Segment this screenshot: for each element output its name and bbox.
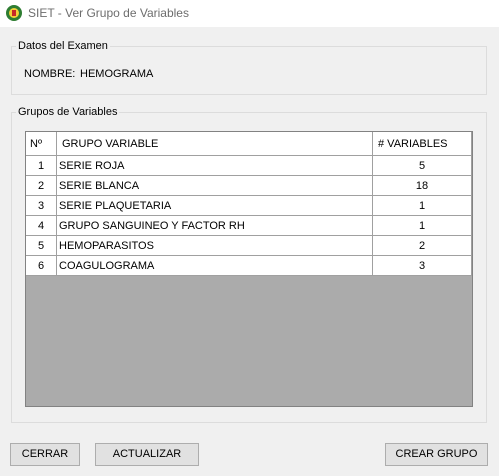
group-name-cell: SERIE ROJA (57, 156, 373, 176)
column-header-number[interactable]: Nº (26, 132, 57, 156)
exam-name-value: HEMOGRAMA (80, 68, 154, 80)
row-number-cell: 6 (26, 256, 57, 276)
table-row[interactable]: 5 HEMOPARASITOS 2 (26, 236, 472, 256)
row-number-cell: 2 (26, 176, 57, 196)
row-number-cell: 3 (26, 196, 57, 216)
group-name-cell: SERIE BLANCA (57, 176, 373, 196)
close-button[interactable]: CERRAR (10, 443, 80, 466)
exam-name-label: NOMBRE: (24, 68, 76, 80)
group-name-cell: HEMOPARASITOS (57, 236, 373, 256)
grid-header-row: Nº GRUPO VARIABLE # VARIABLES (26, 132, 472, 156)
variable-count-cell: 18 (373, 176, 472, 196)
title-bar: SIET - Ver Grupo de Variables (0, 0, 499, 27)
table-row[interactable]: 2 SERIE BLANCA 18 (26, 176, 472, 196)
variable-groups-label: Grupos de Variables (16, 106, 120, 118)
column-header-group[interactable]: GRUPO VARIABLE (57, 132, 373, 156)
row-number-cell: 4 (26, 216, 57, 236)
siet-logo-icon (6, 5, 22, 21)
refresh-button[interactable]: ACTUALIZAR (95, 443, 199, 466)
group-name-cell: SERIE PLAQUETARIA (57, 196, 373, 216)
table-row[interactable]: 3 SERIE PLAQUETARIA 1 (26, 196, 472, 216)
variable-count-cell: 2 (373, 236, 472, 256)
exam-data-label: Datos del Examen (16, 40, 110, 52)
variable-count-cell: 5 (373, 156, 472, 176)
variable-count-cell: 1 (373, 196, 472, 216)
variable-count-cell: 1 (373, 216, 472, 236)
variable-groups-grid[interactable]: Nº GRUPO VARIABLE # VARIABLES 1 SERIE RO… (25, 131, 473, 407)
group-name-cell: COAGULOGRAMA (57, 256, 373, 276)
window-title: SIET - Ver Grupo de Variables (28, 6, 189, 20)
group-name-cell: GRUPO SANGUINEO Y FACTOR RH (57, 216, 373, 236)
row-number-cell: 1 (26, 156, 57, 176)
create-group-button[interactable]: CREAR GRUPO (385, 443, 488, 466)
table-row[interactable]: 6 COAGULOGRAMA 3 (26, 256, 472, 276)
column-header-count[interactable]: # VARIABLES (373, 132, 472, 156)
table-row[interactable]: 4 GRUPO SANGUINEO Y FACTOR RH 1 (26, 216, 472, 236)
row-number-cell: 5 (26, 236, 57, 256)
table-row[interactable]: 1 SERIE ROJA 5 (26, 156, 472, 176)
variable-count-cell: 3 (373, 256, 472, 276)
